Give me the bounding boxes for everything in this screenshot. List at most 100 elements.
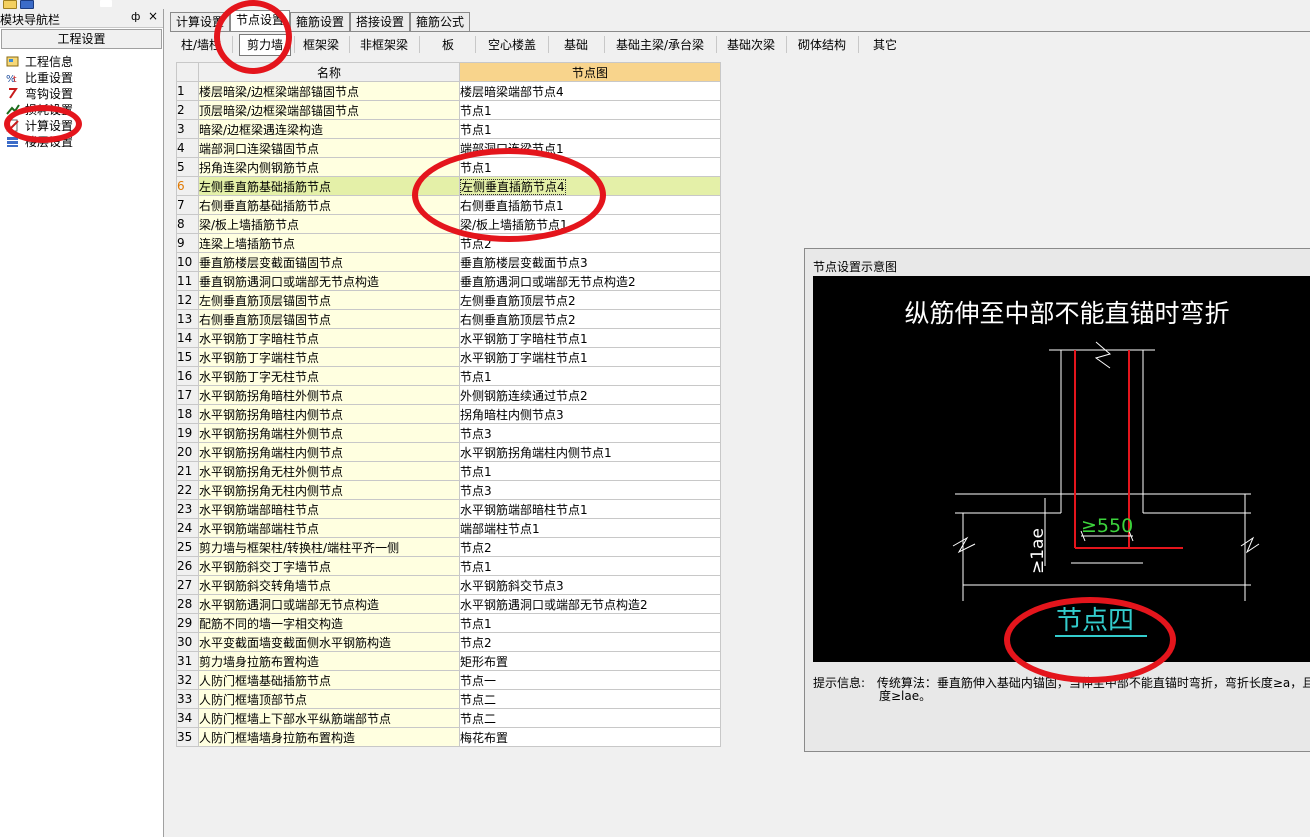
subtab-slab[interactable]: 板 xyxy=(425,35,471,55)
header-node-diagram[interactable]: 节点图 xyxy=(459,62,721,82)
node-diagram-value: 节点二 xyxy=(460,711,497,726)
node-diagram-cell[interactable]: 垂直筋楼层变截面节点3 xyxy=(459,252,721,272)
node-diagram-value: 水平钢筋遇洞口或端部无节点构造2 xyxy=(460,597,648,612)
node-diagram-cell[interactable]: 楼层暗梁端部节点4 xyxy=(459,81,721,101)
table-row[interactable]: 31 剪力墙身拉筋布置构造 矩形布置 xyxy=(176,651,721,671)
nav-item-hook-settings[interactable]: 弯钩设置 xyxy=(6,86,73,102)
hint-text-line2: 度≥lae。 xyxy=(879,689,932,703)
subtab-foundation-secondary-beam[interactable]: 基础次梁 xyxy=(720,35,782,55)
close-icon[interactable]: × xyxy=(148,9,158,23)
node-diagram-value: 节点3 xyxy=(460,426,492,441)
node-name-cell: 水平钢筋丁字暗柱节点 xyxy=(198,328,460,348)
table-row[interactable]: 16 水平钢筋丁字无柱节点 节点1 xyxy=(176,366,721,386)
tab-lap-settings[interactable]: 搭接设置 xyxy=(350,12,410,31)
subtab-foundation[interactable]: 基础 xyxy=(552,35,600,55)
row-number: 27 xyxy=(176,575,199,595)
tab-stirrup-formula[interactable]: 箍筋公式 xyxy=(410,12,470,31)
table-row[interactable]: 2 顶层暗梁/边框梁端部锚固节点 节点1 xyxy=(176,100,721,120)
table-row[interactable]: 25 剪力墙与框架柱/转换柱/端柱平齐一侧 节点2 xyxy=(176,537,721,557)
table-row[interactable]: 18 水平钢筋拐角暗柱内侧节点 拐角暗柱内侧节点3 xyxy=(176,404,721,424)
subtab-masonry[interactable]: 砌体结构 xyxy=(790,35,854,55)
node-diagram-cell[interactable]: 右侧垂直筋顶层节点2 xyxy=(459,309,721,329)
node-diagram-cell[interactable]: 水平钢筋斜交节点3 xyxy=(459,575,721,595)
tab-stirrup-settings[interactable]: 箍筋设置 xyxy=(290,12,350,31)
node-diagram-value: 节点二 xyxy=(460,692,497,707)
table-row[interactable]: 28 水平钢筋遇洞口或端部无节点构造 水平钢筋遇洞口或端部无节点构造2 xyxy=(176,594,721,614)
row-number: 2 xyxy=(176,100,199,120)
node-diagram-cell[interactable]: 节点1 xyxy=(459,556,721,576)
table-row[interactable]: 15 水平钢筋丁字端柱节点 水平钢筋丁字端柱节点1 xyxy=(176,347,721,367)
table-row[interactable]: 3 暗梁/边框梁遇连梁构造 节点1 xyxy=(176,119,721,139)
node-diagram-cell[interactable]: 节点3 xyxy=(459,480,721,500)
node-diagram-value: 端部端柱节点1 xyxy=(460,521,540,536)
table-row[interactable]: 27 水平钢筋斜交转角墙节点 水平钢筋斜交节点3 xyxy=(176,575,721,595)
table-row[interactable]: 9 连梁上墙插筋节点 节点2 xyxy=(176,233,721,253)
nav-item-weight-settings[interactable]: % t 比重设置 xyxy=(6,70,73,86)
node-diagram-cell[interactable]: 节点1 xyxy=(459,461,721,481)
node-diagram-cell[interactable]: 节点2 xyxy=(459,632,721,652)
table-row[interactable]: 17 水平钢筋拐角暗柱外侧节点 外侧钢筋连续通过节点2 xyxy=(176,385,721,405)
node-diagram-cell[interactable]: 节点3 xyxy=(459,423,721,443)
subtab-non-frame-beam[interactable]: 非框架梁 xyxy=(353,35,415,55)
undo-icon[interactable] xyxy=(100,0,112,7)
table-row[interactable]: 10 垂直筋楼层变截面锚固节点 垂直筋楼层变截面节点3 xyxy=(176,252,721,272)
row-number: 23 xyxy=(176,499,199,519)
subtab-separator xyxy=(349,36,350,53)
node-diagram-cell[interactable]: 水平钢筋遇洞口或端部无节点构造2 xyxy=(459,594,721,614)
node-diagram-cell[interactable]: 节点1 xyxy=(459,100,721,120)
table-row[interactable]: 14 水平钢筋丁字暗柱节点 水平钢筋丁字暗柱节点1 xyxy=(176,328,721,348)
node-diagram-cell[interactable]: 水平钢筋丁字端柱节点1 xyxy=(459,347,721,367)
table-row[interactable]: 11 垂直钢筋遇洞口或端部无节点构造 垂直筋遇洞口或端部无节点构造2 xyxy=(176,271,721,291)
node-name-cell: 人防门框墙基础插筋节点 xyxy=(198,670,460,690)
row-number: 21 xyxy=(176,461,199,481)
table-row[interactable]: 26 水平钢筋斜交丁字墙节点 节点1 xyxy=(176,556,721,576)
node-diagram-value: 右侧垂直筋顶层节点2 xyxy=(460,312,576,327)
node-diagram-cell[interactable]: 节点1 xyxy=(459,613,721,633)
subtab-other[interactable]: 其它 xyxy=(862,35,908,55)
node-diagram-cell[interactable]: 水平钢筋丁字暗柱节点1 xyxy=(459,328,721,348)
node-diagram-cell[interactable]: 节点二 xyxy=(459,689,721,709)
node-diagram-cell[interactable]: 外侧钢筋连续通过节点2 xyxy=(459,385,721,405)
node-name-cell: 右侧垂直筋顶层锚固节点 xyxy=(198,309,460,329)
table-row[interactable]: 30 水平变截面墙变截面侧水平钢筋构造 节点2 xyxy=(176,632,721,652)
nav-group-project-settings[interactable]: 工程设置 xyxy=(1,29,162,49)
node-diagram-cell[interactable]: 拐角暗柱内侧节点3 xyxy=(459,404,721,424)
node-diagram-cell[interactable]: 节点二 xyxy=(459,708,721,728)
diagram-heading: 纵筋伸至中部不能直锚时弯折 xyxy=(904,299,1229,328)
table-row[interactable]: 32 人防门框墙基础插筋节点 节点一 xyxy=(176,670,721,690)
node-diagram-cell[interactable]: 左侧垂直筋顶层节点2 xyxy=(459,290,721,310)
save-icon[interactable] xyxy=(20,0,34,9)
nav-item-project-info[interactable]: 工程信息 xyxy=(6,54,73,70)
node-diagram-cell[interactable]: 水平钢筋端部暗柱节点1 xyxy=(459,499,721,519)
node-diagram-cell[interactable]: 矩形布置 xyxy=(459,651,721,671)
new-file-icon[interactable] xyxy=(3,0,17,9)
node-diagram-cell[interactable]: 梅花布置 xyxy=(459,727,721,747)
table-row[interactable]: 20 水平钢筋拐角端柱内侧节点 水平钢筋拐角端柱内侧节点1 xyxy=(176,442,721,462)
subtab-foundation-main-beam[interactable]: 基础主梁/承台梁 xyxy=(608,35,712,55)
node-diagram-cell[interactable]: 垂直筋遇洞口或端部无节点构造2 xyxy=(459,271,721,291)
subtab-hollow-floor[interactable]: 空心楼盖 xyxy=(480,35,544,55)
node-diagram-cell[interactable]: 端部端柱节点1 xyxy=(459,518,721,538)
table-row[interactable]: 21 水平钢筋拐角无柱外侧节点 节点1 xyxy=(176,461,721,481)
table-row[interactable]: 22 水平钢筋拐角无柱内侧节点 节点3 xyxy=(176,480,721,500)
node-diagram-cell[interactable]: 水平钢筋拐角端柱内侧节点1 xyxy=(459,442,721,462)
table-row[interactable]: 1 楼层暗梁/边框梁端部锚固节点 楼层暗梁端部节点4 xyxy=(176,81,721,101)
table-row[interactable]: 4 端部洞口连梁锚固节点 端部洞口连梁节点1 xyxy=(176,138,721,158)
pin-icon[interactable]: ф xyxy=(131,10,140,23)
node-diagram-cell[interactable]: 节点1 xyxy=(459,119,721,139)
node-diagram-cell[interactable]: 节点2 xyxy=(459,537,721,557)
node-name-cell: 水平钢筋拐角暗柱内侧节点 xyxy=(198,404,460,424)
node-diagram-cell[interactable]: 节点1 xyxy=(459,366,721,386)
table-row[interactable]: 13 右侧垂直筋顶层锚固节点 右侧垂直筋顶层节点2 xyxy=(176,309,721,329)
table-row[interactable]: 33 人防门框墙顶部节点 节点二 xyxy=(176,689,721,709)
table-row[interactable]: 19 水平钢筋拐角端柱外侧节点 节点3 xyxy=(176,423,721,443)
node-diagram-cell[interactable]: 节点一 xyxy=(459,670,721,690)
subtab-frame-beam[interactable]: 框架梁 xyxy=(297,35,345,55)
node-diagram-value: 节点一 xyxy=(460,673,497,688)
table-row[interactable]: 34 人防门框墙上下部水平纵筋端部节点 节点二 xyxy=(176,708,721,728)
table-row[interactable]: 23 水平钢筋端部暗柱节点 水平钢筋端部暗柱节点1 xyxy=(176,499,721,519)
table-row[interactable]: 12 左侧垂直筋顶层锚固节点 左侧垂直筋顶层节点2 xyxy=(176,290,721,310)
table-row[interactable]: 29 配筋不同的墙一字相交构造 节点1 xyxy=(176,613,721,633)
table-row[interactable]: 35 人防门框墙墙身拉筋布置构造 梅花布置 xyxy=(176,727,721,747)
table-row[interactable]: 24 水平钢筋端部端柱节点 端部端柱节点1 xyxy=(176,518,721,538)
